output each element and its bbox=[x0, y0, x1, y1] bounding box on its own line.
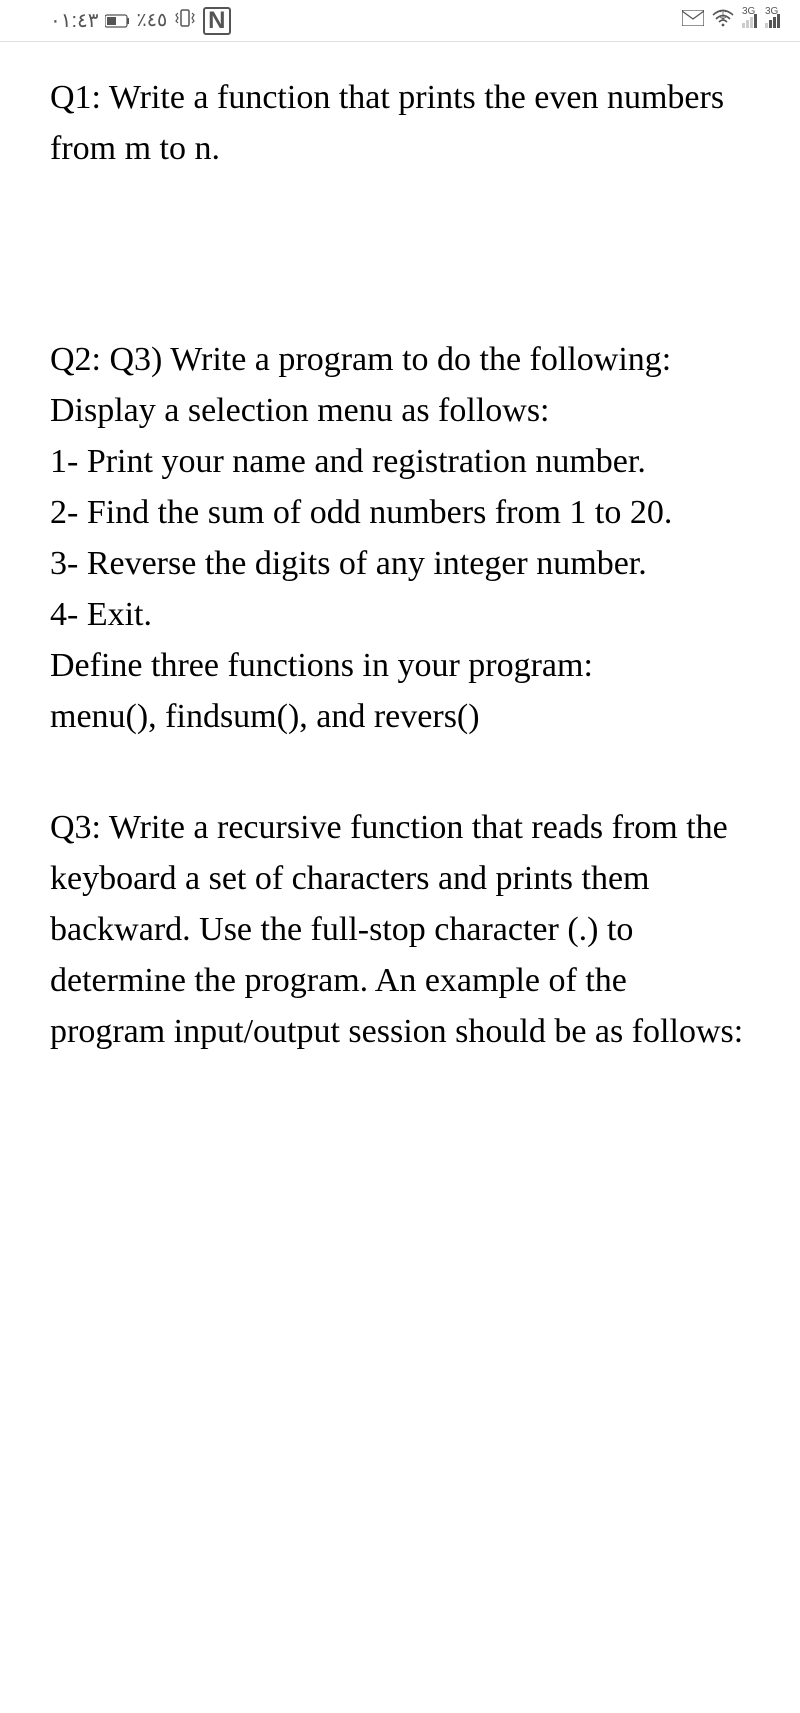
signal-1: 3G bbox=[742, 14, 757, 28]
vibrate-icon bbox=[173, 7, 197, 35]
q2-item2: 2- Find the sum of odd numbers from 1 to… bbox=[50, 487, 750, 538]
status-right: 3G 3G bbox=[682, 9, 780, 33]
signal-label-2: 3G bbox=[765, 6, 778, 17]
q2-intro: Q2: Q3) Write a program to do the follow… bbox=[50, 334, 750, 436]
battery-percent: ٪٤٥ bbox=[137, 9, 168, 32]
q2-funcs: menu(), findsum(), and revers() bbox=[50, 691, 750, 742]
document-content: Q1: Write a function that prints the eve… bbox=[0, 42, 800, 1057]
q2-define: Define three functions in your program: bbox=[50, 640, 750, 691]
question-3: Q3: Write a recursive function that read… bbox=[50, 802, 750, 1057]
q3-text: Q3: Write a recursive function that read… bbox=[50, 809, 743, 1050]
question-1: Q1: Write a function that prints the eve… bbox=[50, 72, 750, 174]
q2-item3: 3- Reverse the digits of any integer num… bbox=[50, 538, 750, 589]
question-2: Q2: Q3) Write a program to do the follow… bbox=[50, 334, 750, 742]
status-left: ٠١:٤٣ ٪٤٥ N bbox=[50, 7, 231, 35]
status-bar: ٠١:٤٣ ٪٤٥ N bbox=[0, 0, 800, 42]
wifi-icon bbox=[712, 9, 734, 33]
n-icon: N bbox=[203, 7, 230, 35]
q2-item4: 4- Exit. bbox=[50, 589, 750, 640]
q2-item1: 1- Print your name and registration numb… bbox=[50, 436, 750, 487]
signal-2: 3G bbox=[765, 14, 780, 28]
clock-time: ٠١:٤٣ bbox=[50, 8, 99, 33]
mail-icon bbox=[682, 9, 704, 32]
q1-text: Q1: Write a function that prints the eve… bbox=[50, 79, 724, 167]
signal-label-1: 3G bbox=[742, 6, 755, 17]
battery-icon bbox=[105, 14, 131, 28]
